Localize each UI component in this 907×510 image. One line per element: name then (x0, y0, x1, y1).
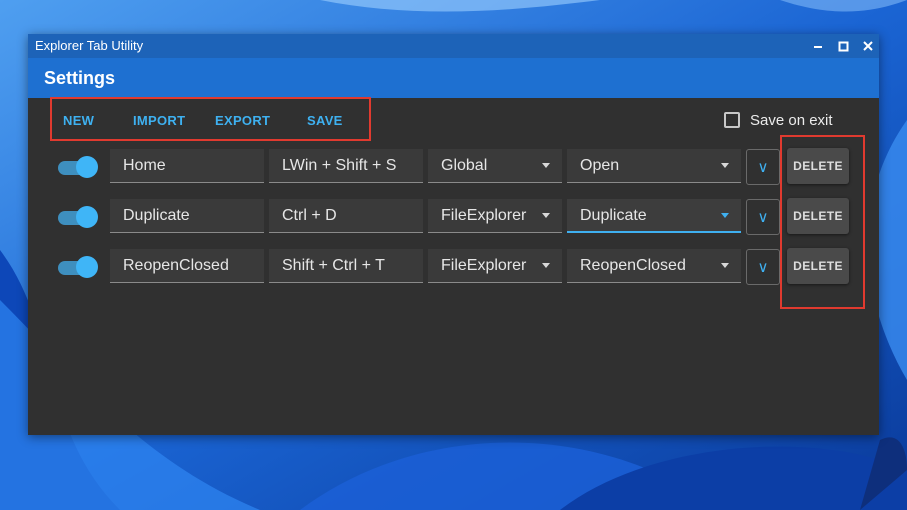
save-on-exit-checkbox[interactable] (724, 112, 740, 128)
name-field[interactable]: Home (110, 149, 264, 183)
action-value: Open (580, 157, 620, 174)
scope-value: FileExplorer (441, 207, 527, 224)
hotkey-field[interactable]: Ctrl + D (269, 199, 423, 233)
hotkey-field[interactable]: Shift + Ctrl + T (269, 249, 423, 283)
action-dropdown[interactable]: Open (567, 149, 741, 183)
chevron-down-icon (721, 163, 729, 168)
maximize-icon[interactable] (832, 36, 854, 56)
enabled-toggle[interactable] (58, 205, 98, 229)
table-row: Home LWin + Shift + S Global Open ∨ DELE… (28, 148, 879, 185)
expand-button[interactable]: ∨ (746, 149, 780, 185)
action-value: Duplicate (580, 207, 647, 224)
enabled-toggle[interactable] (58, 255, 98, 279)
enabled-toggle[interactable] (58, 155, 98, 179)
table-row: Duplicate Ctrl + D FileExplorer Duplicat… (28, 198, 879, 235)
expand-button[interactable]: ∨ (746, 199, 780, 235)
save-on-exit[interactable]: Save on exit (724, 110, 833, 130)
page-title: Settings (44, 68, 116, 88)
action-dropdown[interactable]: ReopenClosed (567, 249, 741, 283)
chevron-down-icon (542, 263, 550, 268)
chevron-down-icon (542, 163, 550, 168)
window-title: Explorer Tab Utility (35, 38, 144, 53)
toolbar-highlight-box (50, 97, 371, 141)
hotkey-field[interactable]: LWin + Shift + S (269, 149, 423, 183)
name-field[interactable]: ReopenClosed (110, 249, 264, 283)
chevron-down-icon (721, 263, 729, 268)
expand-button[interactable]: ∨ (746, 249, 780, 285)
minimize-icon[interactable] (807, 36, 829, 56)
settings-header: Settings (28, 58, 879, 98)
scope-dropdown[interactable]: Global (428, 149, 562, 183)
chevron-down-icon (542, 213, 550, 218)
title-bar: Explorer Tab Utility (28, 34, 879, 58)
name-field[interactable]: Duplicate (110, 199, 264, 233)
close-icon[interactable] (857, 36, 879, 56)
action-value: ReopenClosed (580, 257, 686, 274)
scope-value: Global (441, 157, 488, 174)
scope-value: FileExplorer (441, 257, 527, 274)
scope-dropdown[interactable]: FileExplorer (428, 199, 562, 233)
save-on-exit-label: Save on exit (750, 111, 833, 129)
app-window: Explorer Tab Utility Settings NEW IMPORT… (28, 34, 879, 435)
table-row: ReopenClosed Shift + Ctrl + T FileExplor… (28, 248, 879, 285)
scope-dropdown[interactable]: FileExplorer (428, 249, 562, 283)
chevron-down-icon (721, 213, 729, 218)
delete-highlight-box (780, 135, 865, 309)
action-dropdown[interactable]: Duplicate (567, 199, 741, 233)
